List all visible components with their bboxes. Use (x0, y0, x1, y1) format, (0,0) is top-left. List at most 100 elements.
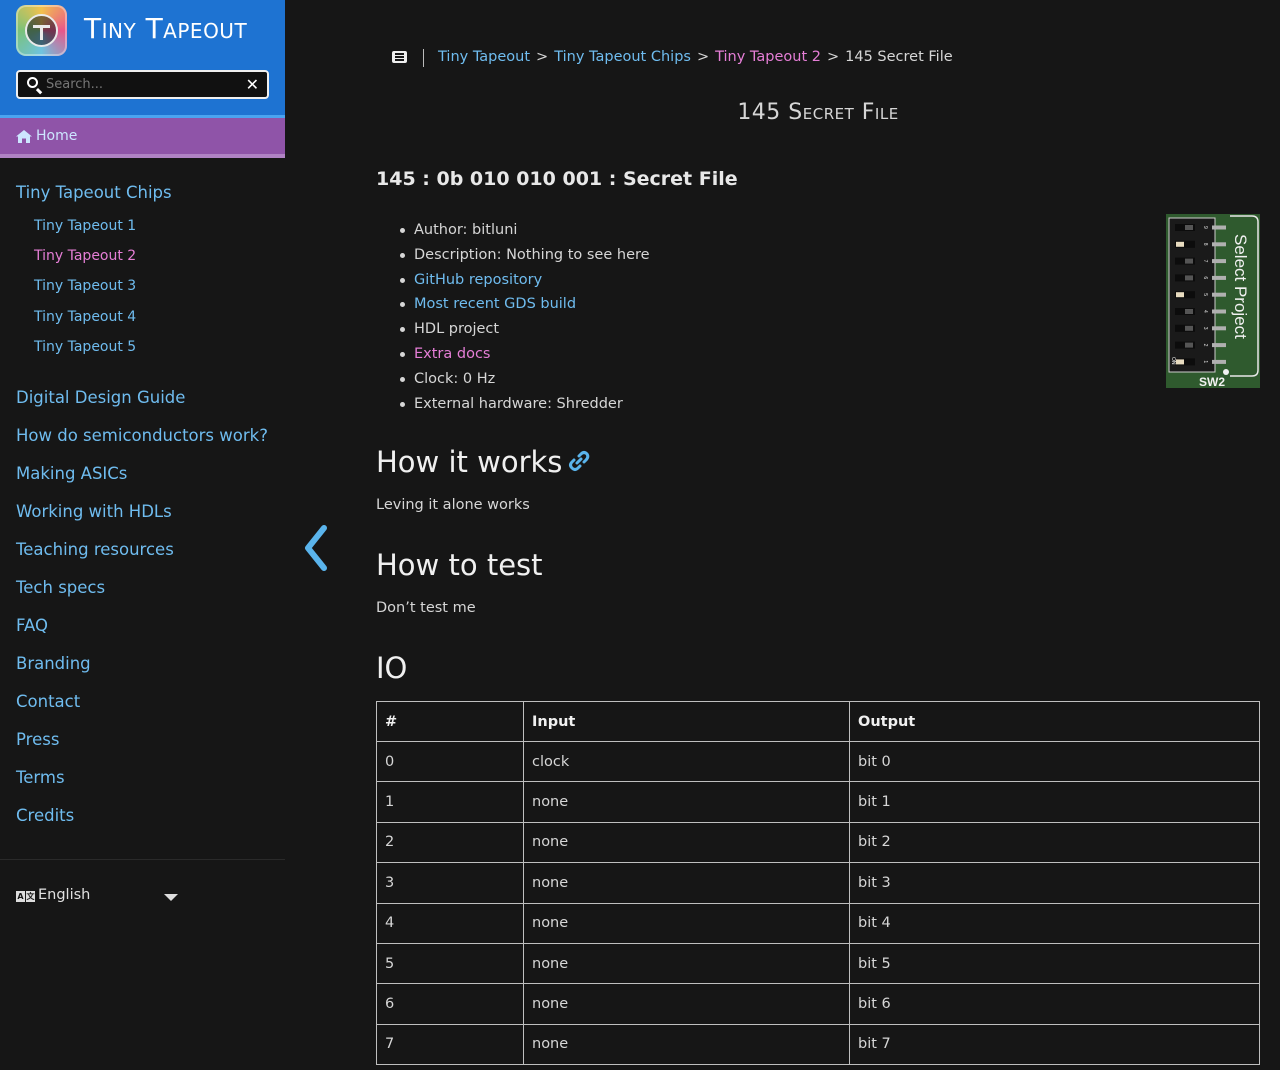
column-header-output: Output (849, 701, 1260, 742)
table-row: 3 none bit 3 (376, 862, 1260, 904)
close-icon[interactable]: ✕ (246, 74, 259, 95)
breadcrumb-link-tiny-tapeout[interactable]: Tiny Tapeout (438, 49, 530, 65)
table-row: 6 none bit 6 (376, 983, 1260, 1025)
cell-input: none (523, 983, 850, 1025)
dip-switch-knob (1176, 359, 1184, 365)
language-selector[interactable]: English (38, 887, 90, 903)
sidebar-item-faq[interactable]: FAQ (16, 616, 48, 635)
how-to-test-text: Don’t test me (376, 600, 476, 616)
search-input[interactable] (46, 75, 236, 94)
sidebar-item-semiconductors[interactable]: How do semiconductors work? (16, 426, 268, 445)
cell-input: none (523, 942, 850, 985)
sidebar-item-branding[interactable]: Branding (16, 654, 91, 673)
dip-switch-pin (1212, 225, 1226, 230)
sidebar-subitem-tiny-tapeout-3[interactable]: Tiny Tapeout 3 (34, 278, 136, 294)
detail-description: Description: Nothing to see here (398, 244, 650, 269)
home-label: Home (36, 128, 78, 144)
project-details-list: Author: bitluni Description: Nothing to … (398, 219, 650, 417)
io-heading: IO (376, 651, 408, 685)
sidebar-subitem-tiny-tapeout-1[interactable]: Tiny Tapeout 1 (34, 218, 136, 234)
cell-output: bit 2 (849, 821, 1260, 864)
chevron-left-icon[interactable] (298, 524, 334, 572)
breadcrumb-link-tiny-tapeout-2[interactable]: Tiny Tapeout 2 (715, 49, 821, 65)
cell-input: none (523, 781, 850, 823)
dip-switch-number: 8 (1202, 243, 1208, 246)
cell-number: 7 (376, 1023, 524, 1066)
dip-switch-pin (1212, 292, 1226, 297)
select-project-label: Select Project (1231, 234, 1250, 339)
dip-switch-number: 1 (1202, 360, 1208, 363)
cell-number: 3 (376, 862, 524, 904)
sidebar-subitem-tiny-tapeout-5[interactable]: Tiny Tapeout 5 (34, 339, 136, 355)
cell-output: bit 0 (849, 740, 1260, 783)
sidebar-subitem-tiny-tapeout-2[interactable]: Tiny Tapeout 2 (34, 248, 136, 264)
how-it-works-heading: How it works (376, 445, 563, 479)
cell-number: 5 (376, 942, 524, 985)
table-header-row: # Input Output (376, 701, 1260, 742)
site-title[interactable]: Tiny Tapeout (84, 12, 247, 45)
cell-number: 2 (376, 821, 524, 864)
sidebar-item-digital-design-guide[interactable]: Digital Design Guide (16, 388, 185, 407)
dip-switch-number: 2 (1202, 344, 1208, 347)
chevron-down-icon[interactable] (164, 894, 178, 901)
link-icon[interactable] (568, 450, 590, 472)
home-icon (16, 130, 32, 143)
search-box: ✕ (16, 70, 269, 99)
sidebar: Tiny Tapeout ✕ Home Tiny Tapeout Chips T… (0, 0, 285, 1070)
dip-switch-number: 5 (1202, 293, 1208, 296)
table-row: 7 none bit 7 (376, 1023, 1260, 1066)
dip-switch-knob (1185, 309, 1193, 314)
gds-build-link[interactable]: Most recent GDS build (398, 293, 650, 318)
detail-external-hardware: External hardware: Shredder (398, 393, 650, 418)
dip-switch-knob (1185, 325, 1193, 331)
breadcrumb-link-chips[interactable]: Tiny Tapeout Chips (554, 49, 691, 65)
dip-switch-knob (1176, 292, 1184, 298)
sidebar-divider (0, 859, 285, 860)
breadcrumb: Tiny Tapeout > Tiny Tapeout Chips > Tiny Tap… (438, 49, 953, 65)
dip-switch-knob (1176, 241, 1184, 247)
sidebar-item-credits[interactable]: Credits (16, 806, 74, 825)
search-icon (27, 77, 38, 88)
dip-switch-knob (1185, 225, 1193, 230)
list-icon[interactable] (392, 51, 407, 63)
extra-docs-link[interactable]: Extra docs (398, 343, 650, 368)
sidebar-item-contact[interactable]: Contact (16, 692, 80, 711)
sidebar-item-tech-specs[interactable]: Tech specs (16, 578, 105, 597)
github-repository-link[interactable]: GitHub repository (398, 269, 650, 294)
cell-output: bit 7 (849, 1023, 1260, 1066)
dip-switch-knob (1185, 342, 1193, 348)
cell-output: bit 5 (849, 942, 1260, 985)
cell-output: bit 6 (849, 983, 1260, 1025)
sidebar-item-teaching-resources[interactable]: Teaching resources (16, 540, 174, 559)
dip-switch-number: 4 (1202, 310, 1208, 313)
sidebar-item-tiny-tapeout-chips[interactable]: Tiny Tapeout Chips (16, 183, 172, 202)
table-row: 0 clock bit 0 (376, 740, 1260, 783)
sidebar-item-working-with-hdls[interactable]: Working with HDLs (16, 502, 172, 521)
dip-switch-number: 3 (1202, 327, 1208, 330)
dip-switch-pin (1212, 259, 1226, 264)
dip-switch-pin (1212, 326, 1226, 331)
cell-number: 0 (376, 740, 524, 783)
cell-input: none (523, 902, 850, 944)
dip-switch-pin (1212, 242, 1226, 247)
project-heading: 145 : 0b 010 010 001 : Secret File (376, 168, 738, 190)
language-icon: A 文 (16, 891, 35, 902)
column-header-input: Input (523, 701, 850, 742)
cell-output: bit 4 (849, 902, 1260, 944)
dip-switch-knob (1185, 258, 1193, 264)
select-project-dip-switch: 9 8 7 6 5 4 3 2 1 Select Project SW2 ON (1166, 214, 1260, 388)
io-table: # Input Output 0 clock bit 0 1 none bit 1 2 non… (376, 701, 1260, 1066)
home-link[interactable]: Home (0, 118, 285, 158)
cell-number: 6 (376, 983, 524, 1025)
sidebar-item-making-asics[interactable]: Making ASICs (16, 464, 127, 483)
dip-switch-knob (1185, 275, 1193, 281)
sidebar-subitem-tiny-tapeout-4[interactable]: Tiny Tapeout 4 (34, 309, 136, 325)
dip-switch-pin (1212, 359, 1226, 364)
detail-hdl-project: HDL project (398, 318, 650, 343)
page-title: 145 Secret File (737, 100, 899, 125)
logo[interactable] (16, 5, 67, 56)
sidebar-item-terms[interactable]: Terms (16, 768, 65, 787)
dip-switch-pin (1212, 275, 1226, 280)
sidebar-item-press[interactable]: Press (16, 730, 59, 749)
dip-switch-number: 7 (1202, 260, 1208, 263)
